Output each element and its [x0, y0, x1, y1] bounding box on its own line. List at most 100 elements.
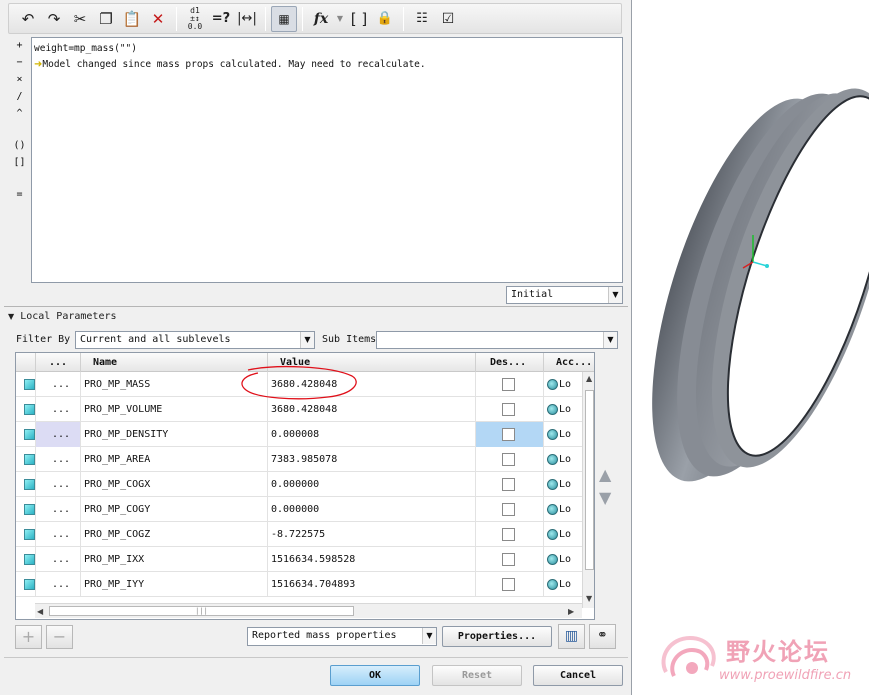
row-dots[interactable]: ...	[36, 497, 81, 522]
local-parameters-header[interactable]: ▼ Local Parameters	[8, 311, 117, 322]
row-value[interactable]: 0.000008	[268, 422, 476, 447]
row-dots[interactable]: ...	[36, 447, 81, 472]
units-icon[interactable]: d1 ±↕ 0.0	[182, 6, 208, 32]
row-name[interactable]: PRO_MP_COGX	[81, 472, 268, 497]
designate-checkbox[interactable]	[502, 403, 515, 416]
row-value[interactable]: 1516634.598528	[268, 547, 476, 572]
move-up-icon[interactable]: ▲	[599, 465, 611, 484]
binoculars-icon[interactable]: ⚭	[589, 624, 616, 649]
table-row[interactable]: ... PRO_MP_IXX 1516634.598528 Lo	[16, 547, 582, 572]
ok-button[interactable]: OK	[330, 665, 420, 686]
row-access[interactable]: Lo	[544, 397, 582, 422]
mode-combo[interactable]: Initial ▼	[506, 286, 623, 304]
horizontal-scroll-thumb[interactable]: |||	[49, 606, 354, 616]
designate-checkbox[interactable]	[502, 478, 515, 491]
add-parameter-button[interactable]: +	[15, 625, 42, 649]
model-viewport[interactable]	[633, 0, 869, 695]
row-access[interactable]: Lo	[544, 547, 582, 572]
row-value[interactable]: -8.722575	[268, 522, 476, 547]
designate-checkbox[interactable]	[502, 553, 515, 566]
row-value[interactable]: 0.000000	[268, 472, 476, 497]
vertical-scroll-thumb[interactable]	[585, 390, 594, 570]
row-designate-cell[interactable]	[476, 397, 544, 422]
verify-relations-icon[interactable]: ▦	[271, 5, 297, 32]
row-designate-cell[interactable]	[476, 422, 544, 447]
header-access[interactable]: Acc...	[544, 353, 594, 372]
row-dots[interactable]: ...	[36, 472, 81, 497]
header-designate[interactable]: Des...	[476, 353, 544, 372]
row-name[interactable]: PRO_MP_AREA	[81, 447, 268, 472]
horizontal-scrollbar[interactable]: ◀ ||| ▶	[35, 603, 582, 618]
row-dots[interactable]: ...	[36, 397, 81, 422]
row-designate-cell[interactable]	[476, 447, 544, 472]
reset-button[interactable]: Reset	[432, 665, 522, 686]
designate-checkbox[interactable]	[502, 578, 515, 591]
row-name[interactable]: PRO_MP_IXX	[81, 547, 268, 572]
table-row[interactable]: ... PRO_MP_COGZ -8.722575 Lo	[16, 522, 582, 547]
operator-multiply[interactable]: ×	[16, 71, 22, 88]
row-designate-cell[interactable]	[476, 497, 544, 522]
row-name[interactable]: PRO_MP_IYY	[81, 572, 268, 597]
row-dots[interactable]: ...	[36, 422, 81, 447]
dimension-icon[interactable]: |↔|	[234, 6, 260, 32]
designate-checkbox[interactable]	[502, 528, 515, 541]
operator-power[interactable]: ^	[16, 105, 22, 122]
remove-parameter-button[interactable]: −	[46, 625, 73, 649]
operator-parens[interactable]: ()	[13, 137, 25, 154]
row-designate-cell[interactable]	[476, 472, 544, 497]
row-value[interactable]: 0.000000	[268, 497, 476, 522]
properties-button[interactable]: Properties...	[442, 626, 552, 647]
row-value[interactable]: 7383.985078	[268, 447, 476, 472]
row-name[interactable]: PRO_MP_COGZ	[81, 522, 268, 547]
vertical-scrollbar[interactable]: ▲ ▼	[582, 372, 594, 608]
header-dots[interactable]: ...	[36, 353, 81, 372]
show-dimension-icon[interactable]: ☷	[409, 6, 435, 32]
sort-relations-icon[interactable]: 🔒	[372, 6, 398, 32]
mass-props-combo[interactable]: Reported mass properties ▼	[247, 627, 437, 646]
operator-equals[interactable]: =	[16, 186, 22, 203]
scroll-up-icon[interactable]: ▲	[586, 374, 592, 383]
row-dots[interactable]: ...	[36, 547, 81, 572]
operator-divide[interactable]: /	[16, 88, 22, 105]
row-access[interactable]: Lo	[544, 422, 582, 447]
redo-icon[interactable]: ↷	[41, 6, 67, 32]
function-dropdown-icon[interactable]: ▼	[334, 6, 346, 32]
row-dots[interactable]: ...	[36, 372, 81, 397]
table-row[interactable]: ... PRO_MP_AREA 7383.985078 Lo	[16, 447, 582, 472]
check-icon[interactable]: ☑	[435, 6, 461, 32]
row-access[interactable]: Lo	[544, 522, 582, 547]
evaluate-icon[interactable]: =?	[208, 6, 234, 32]
row-value[interactable]: 1516634.704893	[268, 572, 476, 597]
designate-checkbox[interactable]	[502, 378, 515, 391]
row-name[interactable]: PRO_MP_DENSITY	[81, 422, 268, 447]
scroll-left-icon[interactable]: ◀	[37, 607, 43, 616]
filter-combo[interactable]: Current and all sublevels ▼	[75, 331, 315, 349]
row-access[interactable]: Lo	[544, 472, 582, 497]
operator-minus[interactable]: −	[16, 54, 22, 71]
copy-icon[interactable]: ❐	[93, 6, 119, 32]
move-down-icon[interactable]: ▼	[599, 488, 611, 507]
row-access[interactable]: Lo	[544, 447, 582, 472]
row-designate-cell[interactable]	[476, 372, 544, 397]
cancel-button[interactable]: Cancel	[533, 665, 623, 686]
operator-brackets[interactable]: []	[13, 154, 25, 171]
row-access[interactable]: Lo	[544, 497, 582, 522]
function-icon[interactable]: fx	[308, 6, 334, 32]
designate-checkbox[interactable]	[502, 503, 515, 516]
table-columns-icon[interactable]: ▥	[558, 624, 585, 649]
scroll-right-icon[interactable]: ▶	[568, 607, 574, 616]
row-name[interactable]: PRO_MP_COGY	[81, 497, 268, 522]
designate-checkbox[interactable]	[502, 428, 515, 441]
undo-icon[interactable]: ↶	[15, 6, 41, 32]
brackets-icon[interactable]: [ ]	[346, 6, 372, 32]
delete-icon[interactable]: ✕	[145, 6, 171, 32]
table-row[interactable]: ... PRO_MP_COGY 0.000000 Lo	[16, 497, 582, 522]
row-access[interactable]: Lo	[544, 372, 582, 397]
row-access[interactable]: Lo	[544, 572, 582, 597]
row-designate-cell[interactable]	[476, 547, 544, 572]
scroll-down-icon[interactable]: ▼	[586, 594, 592, 603]
designate-checkbox[interactable]	[502, 453, 515, 466]
operator-plus[interactable]: +	[16, 37, 22, 54]
splitter[interactable]	[4, 306, 628, 307]
table-row[interactable]: ... PRO_MP_COGX 0.000000 Lo	[16, 472, 582, 497]
